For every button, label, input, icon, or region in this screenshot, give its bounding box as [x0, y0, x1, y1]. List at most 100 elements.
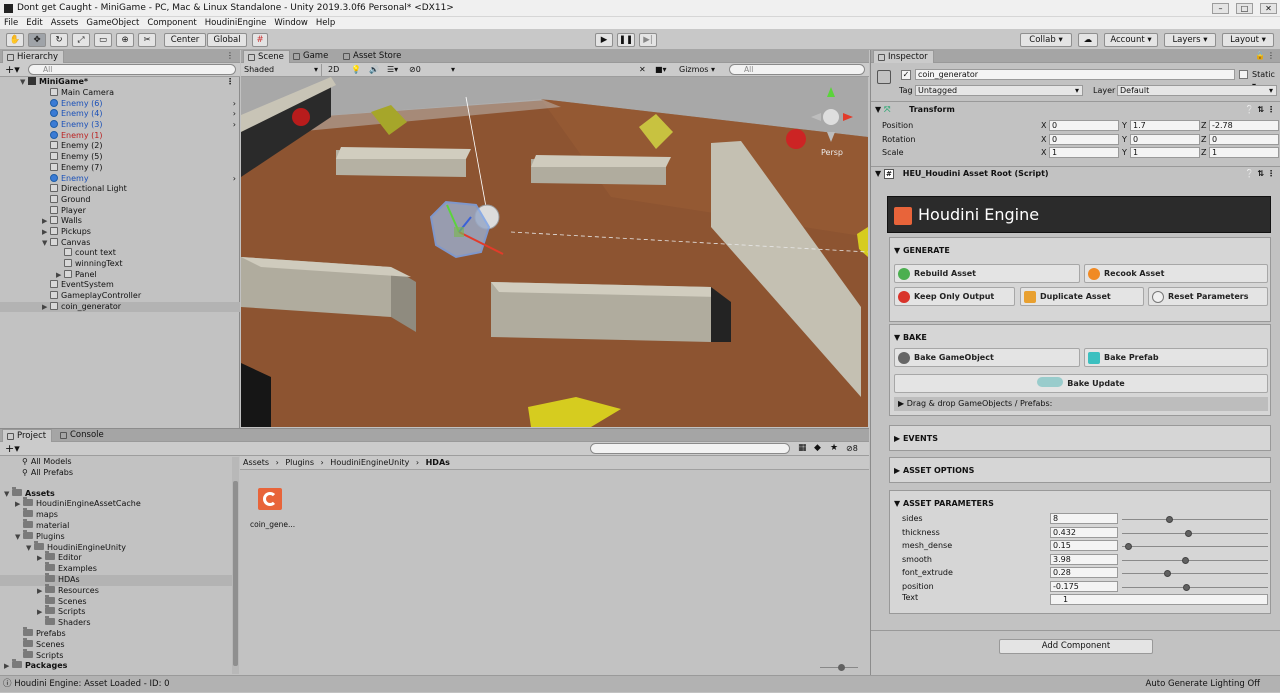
bake-prefab-button[interactable]: Bake Prefab [1084, 348, 1268, 367]
tab-inspector[interactable]: Inspector [873, 50, 934, 63]
expand-arrow-icon[interactable]: ▶ [42, 227, 50, 238]
lighting-status[interactable]: Auto Generate Lighting Off [1146, 676, 1260, 693]
menu-item[interactable]: Assets [47, 17, 83, 29]
slider-knob[interactable] [1166, 516, 1173, 523]
project-folder-item[interactable]: ▶ Editor [0, 551, 232, 564]
hidden-packages-counter[interactable]: ⊘8 [846, 442, 858, 455]
breadcrumb-assets[interactable]: Assets [243, 458, 269, 467]
tools-icon[interactable]: ✕ [639, 64, 646, 76]
asset-options-header[interactable]: ▶ ASSET OPTIONS [894, 464, 974, 478]
shading-dropdown[interactable]: Shaded ▾ [244, 64, 322, 76]
parameter-slider[interactable] [1122, 556, 1268, 564]
add-component-button[interactable]: Add Component [999, 639, 1153, 654]
scale-tool-button[interactable]: ⤢ [72, 33, 90, 47]
expand-arrow-icon[interactable]: ▶ [4, 661, 12, 672]
rect-tool-button[interactable]: ▭ [94, 33, 112, 47]
reset-parameters-button[interactable]: Reset Parameters [1148, 287, 1268, 306]
menu-item[interactable]: File [0, 17, 22, 29]
move-tool-button[interactable]: ✥ [28, 33, 46, 47]
parameter-value-field[interactable]: 0.15 [1050, 540, 1118, 551]
project-search-input[interactable] [590, 443, 790, 454]
bake-update-button[interactable]: Bake Update [894, 374, 1268, 393]
hierarchy-item[interactable]: winningText [0, 259, 240, 270]
keep-only-output-button[interactable]: Keep Only Output [894, 287, 1015, 306]
hierarchy-item[interactable]: ▼ Canvas [0, 237, 240, 249]
snap-button[interactable]: # [252, 33, 268, 47]
transform-scale-y-field[interactable]: 1 [1130, 147, 1200, 158]
grid-dropdown[interactable]: ▾ [451, 64, 455, 76]
slider-knob[interactable] [1183, 583, 1190, 591]
project-folder-item[interactable]: ▶ Packages [0, 659, 232, 672]
chevron-right-icon[interactable]: › [233, 174, 236, 185]
chevron-right-icon[interactable]: › [233, 99, 236, 110]
expand-arrow-icon[interactable]: ▶ [37, 586, 45, 597]
project-folder-item[interactable]: HDAs [0, 572, 232, 586]
hierarchy-search-input[interactable]: All [28, 64, 236, 75]
drag-drop-foldout[interactable]: ▶ Drag & drop GameObjects / Prefabs: [894, 397, 1268, 411]
project-folder-item[interactable]: Scenes [0, 594, 232, 608]
parameter-value-field[interactable]: 3.98 [1050, 553, 1118, 565]
hierarchy-item[interactable]: Player [0, 205, 240, 217]
transform-tool-button[interactable]: ⊕ [116, 33, 134, 47]
hierarchy-item[interactable]: Enemy (7) [0, 162, 240, 174]
parameter-slider[interactable] [1122, 516, 1268, 523]
hierarchy-item[interactable]: ▶ Walls [0, 216, 240, 227]
minimize-button[interactable]: – [1212, 3, 1229, 14]
hierarchy-item[interactable]: count text [0, 248, 240, 259]
inspector-menu-icon[interactable]: ⋮ [1267, 51, 1275, 60]
project-folder-item[interactable]: Shaders [0, 616, 232, 629]
transform-position-y-field[interactable]: 1.7 [1130, 120, 1200, 131]
transform-position-x-field[interactable]: 0 [1049, 120, 1119, 131]
slider-knob[interactable] [1164, 570, 1171, 577]
project-folder-item[interactable]: Prefabs [0, 626, 232, 640]
expand-arrow-icon[interactable]: ▼ [20, 77, 28, 88]
lighting-toggle-icon[interactable]: 💡 [351, 64, 361, 76]
parameter-slider[interactable] [1122, 529, 1268, 537]
events-section[interactable]: ▶ EVENTS [889, 425, 1271, 451]
chevron-right-icon[interactable]: › [233, 109, 236, 120]
transform-position-z-field[interactable]: -2.78 [1209, 120, 1279, 131]
expand-arrow-icon[interactable]: ▶ [37, 553, 45, 564]
tag-dropdown[interactable]: Untagged ▾ [915, 85, 1083, 96]
expand-arrow-icon[interactable]: ▼ [4, 489, 12, 500]
project-folder-item[interactable]: ▶ Resources [0, 583, 232, 597]
filter-type-icon[interactable]: ▦ [798, 442, 807, 455]
hierarchy-item[interactable]: ▶ Panel [0, 269, 240, 281]
foldout-arrow-icon[interactable]: ▼ [875, 169, 881, 178]
parameter-slider[interactable] [1122, 543, 1268, 550]
layout-dropdown[interactable]: Layout ▾ [1222, 33, 1274, 47]
pivot-center-button[interactable]: Center [164, 33, 206, 47]
close-button[interactable]: ✕ [1260, 3, 1277, 14]
asset-options-section[interactable]: ▶ ASSET OPTIONS [889, 457, 1271, 483]
play-button[interactable]: ▶ [595, 33, 613, 47]
script-header[interactable]: ▼ # HEU_Houdini Asset Root (Script) ❔ ⇅ … [875, 167, 1275, 181]
parameter-slider[interactable] [1122, 570, 1268, 577]
hda-asset-icon[interactable] [258, 488, 282, 510]
component-menu-icons[interactable]: ❔ ⇅ ⋮ [1245, 167, 1275, 181]
menu-item[interactable]: Edit [22, 17, 46, 29]
component-menu-icons[interactable]: ❔ ⇅ ⋮ [1245, 103, 1275, 117]
slider-knob[interactable] [1185, 529, 1192, 537]
object-name-field[interactable]: coin_generator [915, 69, 1235, 80]
account-dropdown[interactable]: Account ▾ [1104, 33, 1158, 47]
hierarchy-item[interactable]: ▶ Pickups [0, 226, 240, 238]
hierarchy-item[interactable]: Enemy (1) [0, 130, 240, 142]
expand-arrow-icon[interactable]: ▼ [26, 543, 34, 554]
layer-dropdown[interactable]: Default ▾ [1117, 85, 1277, 96]
tab-scene[interactable]: Scene [243, 50, 290, 63]
camera-dropdown[interactable]: ■▾ [655, 64, 667, 76]
generate-header[interactable]: ▼ GENERATE [894, 244, 950, 258]
tree-scrollbar[interactable] [232, 457, 239, 674]
events-header[interactable]: ▶ EVENTS [894, 432, 938, 446]
lock-icon[interactable]: 🔒 [1255, 51, 1265, 60]
hierarchy-item[interactable]: Main Camera [0, 88, 240, 99]
recook-asset-button[interactable]: Recook Asset [1084, 264, 1268, 283]
menu-item[interactable]: HoudiniEngine [201, 17, 271, 29]
foldout-arrow-icon[interactable]: ▼ [875, 105, 881, 114]
menu-item[interactable]: GameObject [82, 17, 143, 29]
tab-project[interactable]: Project [2, 429, 53, 442]
hierarchy-item[interactable]: Enemy (5) [0, 152, 240, 163]
project-folder-item[interactable]: Scripts [0, 648, 232, 662]
hidden-layers-counter[interactable]: ⊘0 [409, 64, 421, 76]
project-folder-item[interactable]: ▶ HoudiniEngineAssetCache [0, 497, 232, 510]
